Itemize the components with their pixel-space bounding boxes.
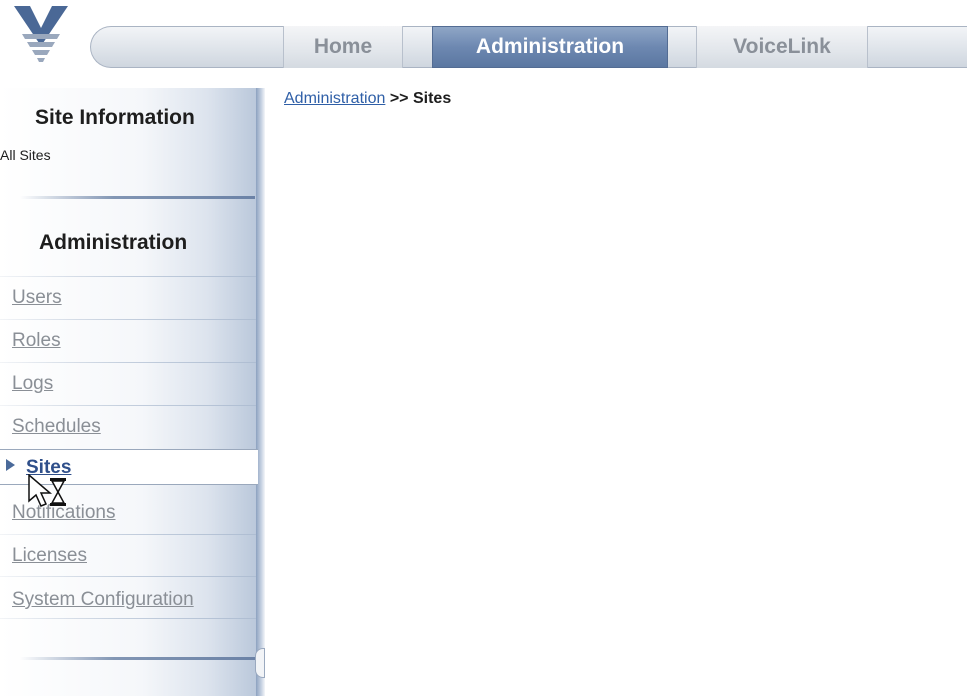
- section-divider: [20, 196, 255, 199]
- row-divider: [0, 276, 256, 277]
- site-information-heading: Site Information: [35, 106, 195, 129]
- sidebar-item-licenses[interactable]: Licenses: [12, 545, 87, 567]
- tab-home[interactable]: Home: [283, 26, 403, 68]
- row-divider: [0, 576, 256, 577]
- section-divider: [20, 657, 255, 660]
- all-sites-label[interactable]: All Sites: [0, 147, 51, 163]
- sidebar-item-system-configuration[interactable]: System Configuration: [12, 589, 194, 611]
- breadcrumb-separator: >>: [389, 90, 409, 107]
- row-divider: [0, 618, 256, 619]
- sidebar-item-logs[interactable]: Logs: [12, 373, 53, 395]
- vocollect-logo: [14, 6, 68, 62]
- row-divider: [0, 534, 256, 535]
- row-divider: [0, 405, 256, 406]
- sidebar-item-schedules[interactable]: Schedules: [12, 416, 101, 438]
- breadcrumb: Administration >> Sites: [284, 90, 451, 108]
- sidebar-border: [256, 88, 265, 696]
- sidebar-item-users[interactable]: Users: [12, 287, 62, 309]
- busy-cursor-icon: [28, 474, 66, 507]
- row-divider: [0, 362, 256, 363]
- sidebar-collapse-handle[interactable]: [255, 648, 265, 678]
- sidebar-item-roles[interactable]: Roles: [12, 330, 61, 352]
- tab-administration[interactable]: Administration: [432, 26, 668, 68]
- row-divider: [0, 319, 256, 320]
- administration-heading: Administration: [39, 231, 188, 254]
- breadcrumb-current: Sites: [412, 90, 452, 107]
- tab-voicelink[interactable]: VoiceLink: [696, 26, 868, 68]
- breadcrumb-administration-link[interactable]: Administration: [284, 90, 385, 107]
- active-arrow-icon: [6, 459, 15, 471]
